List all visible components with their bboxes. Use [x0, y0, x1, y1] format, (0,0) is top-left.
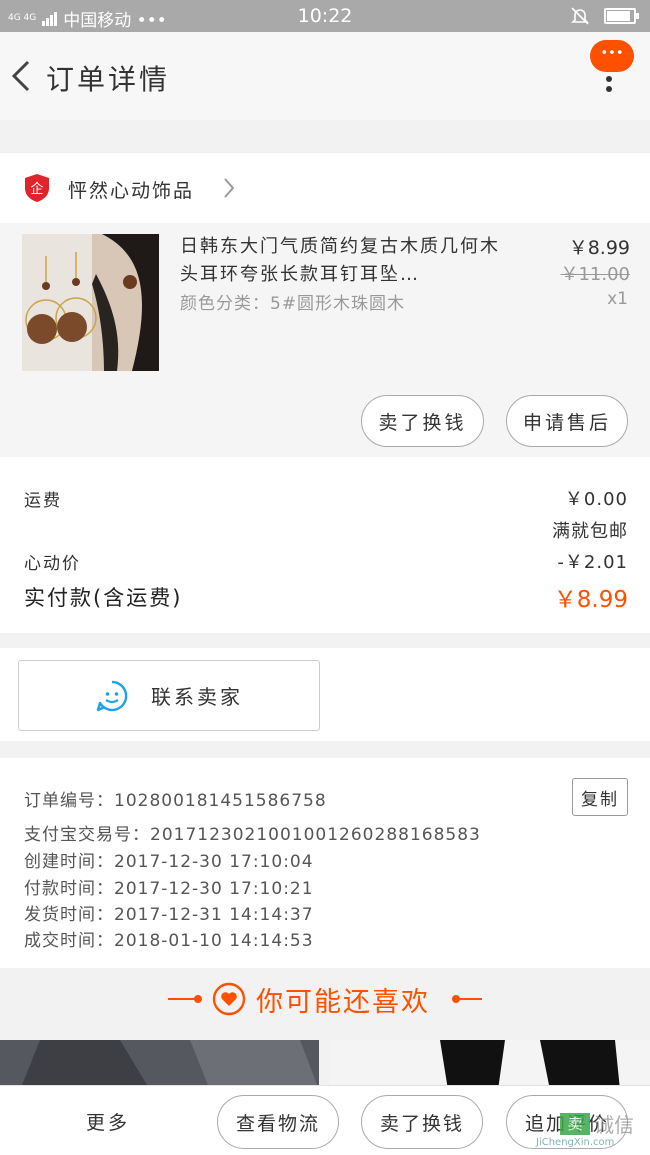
earring-image: [22, 234, 159, 371]
message-bubble-icon[interactable]: •••: [590, 40, 634, 72]
product-sku: 颜色分类：5#圆形木珠圆木: [180, 294, 406, 314]
total-label: 实付款(含运费): [24, 586, 183, 610]
shipping-value: ￥0.00: [564, 489, 628, 510]
shipping-note: 满就包邮: [552, 521, 628, 542]
copy-button[interactable]: 复制: [572, 778, 628, 816]
completed-time: 成交时间：2018-01-10 14:14:53: [24, 931, 314, 951]
status-right: [570, 6, 639, 26]
discount-label: 心动价: [24, 554, 81, 574]
battery-icon: [604, 8, 639, 24]
shop-badge-icon: 企: [25, 174, 49, 202]
created-time: 创建时间：2017-12-30 17:10:04: [24, 852, 314, 872]
shipped-time: 发货时间：2017-12-31 14:14:37: [24, 905, 314, 925]
watermark-url: JiChengXin.com: [536, 1137, 615, 1148]
order-item[interactable]: 日韩东大门气质简约复古木质几何木头耳环夸张长款耳钉耳坠… 颜色分类：5#圆形木珠…: [0, 223, 650, 457]
contact-seller-button[interactable]: 联系卖家: [18, 660, 320, 731]
shipping-label: 运费: [24, 491, 62, 511]
recommend-grid: [0, 1040, 650, 1090]
contact-section: 联系卖家: [0, 648, 650, 741]
product-thumbnail[interactable]: [22, 234, 159, 371]
heart-icon: [212, 982, 246, 1016]
status-bar: 4G 4G 中国移动 ••• 10:22: [0, 0, 650, 32]
battery-level: [607, 11, 631, 21]
bottom-action-bar: 更多 查看物流 卖了换钱 追加评价 卖 诚信 JiChengXin.com: [0, 1085, 650, 1155]
product-original-price: ￥11.00: [560, 264, 630, 285]
order-number: 订单编号：102800181451586758: [24, 791, 327, 811]
recommend-image: [0, 1040, 319, 1090]
watermark-badge: 卖: [560, 1113, 590, 1135]
page-title: 订单详情: [46, 63, 171, 96]
sell-for-cash-bottom-button[interactable]: 卖了换钱: [361, 1095, 483, 1149]
paid-time: 付款时间：2017-12-30 17:10:21: [24, 879, 314, 899]
contact-seller-label: 联系卖家: [151, 685, 243, 709]
shop-name[interactable]: 怦然心动饰品: [68, 176, 194, 203]
recommend-card[interactable]: [0, 1040, 319, 1090]
recommend-image: [330, 1040, 650, 1090]
watermark-text: 诚信: [594, 1113, 634, 1137]
recommend-dot-left: [194, 995, 202, 1003]
discount-value: -￥2.01: [557, 552, 628, 573]
after-sales-button[interactable]: 申请售后: [506, 395, 628, 447]
chevron-left-icon[interactable]: [8, 54, 36, 98]
total-value: ￥8.99: [553, 587, 628, 613]
more-button[interactable]: 更多: [86, 1108, 130, 1135]
clock: 10:22: [297, 5, 353, 27]
nav-bar: 订单详情 •••: [0, 32, 650, 120]
mute-bell-icon: [571, 7, 589, 25]
view-logistics-button[interactable]: 查看物流: [217, 1095, 339, 1149]
recommend-title: 你可能还喜欢: [256, 987, 430, 1018]
shop-row[interactable]: 企 怦然心动饰品: [0, 153, 650, 223]
fee-summary: 运费 ￥0.00 满就包邮 心动价 -￥2.01 实付款(含运费) ￥8.99: [0, 457, 650, 633]
alipay-trade-number: 支付宝交易号：2017123021001001260288168583: [24, 825, 481, 845]
recommend-card[interactable]: [330, 1040, 650, 1090]
order-info: 订单编号：102800181451586758 复制 支付宝交易号：201712…: [0, 758, 650, 968]
product-quantity: x1: [607, 289, 628, 309]
sell-for-cash-button[interactable]: 卖了换钱: [361, 395, 484, 447]
recommend-line-right: [456, 998, 482, 1000]
site-watermark: 卖 诚信 JiChengXin.com: [532, 1091, 644, 1151]
recommend-header: 你可能还喜欢: [0, 968, 650, 1030]
chevron-right-icon: [224, 178, 235, 198]
chat-face-icon: [96, 680, 128, 711]
vertical-dots-icon[interactable]: [606, 76, 612, 92]
product-title[interactable]: 日韩东大门气质简约复古木质几何木头耳环夸张长款耳钉耳坠…: [180, 233, 510, 289]
svg-text:企: 企: [30, 181, 43, 197]
product-price: ￥8.99: [568, 237, 630, 259]
